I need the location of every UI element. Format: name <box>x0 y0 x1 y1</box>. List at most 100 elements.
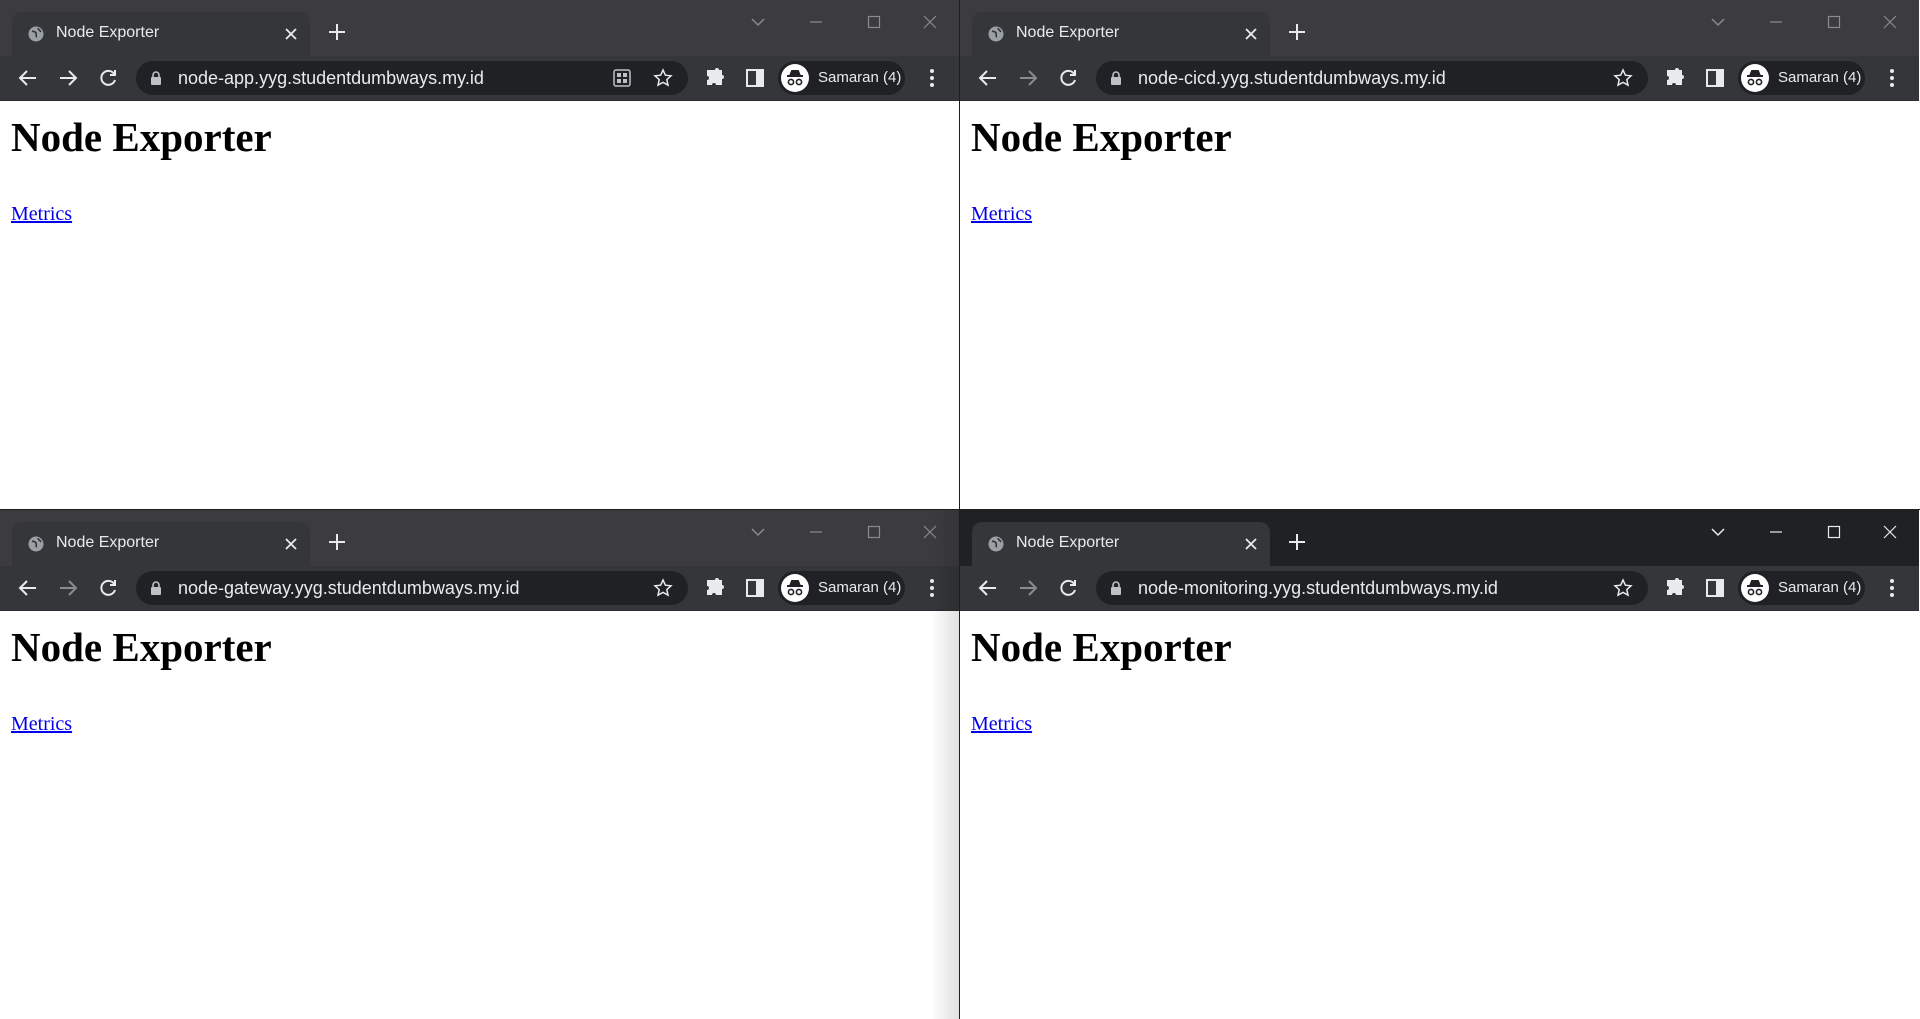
browser-window-bottom-left: Node Exporter node-gateway.yyg.studentdu… <box>0 510 959 1019</box>
maximize-icon[interactable] <box>860 8 888 36</box>
lock-icon[interactable] <box>1110 71 1122 85</box>
arrow-left-icon[interactable] <box>976 66 1000 90</box>
page-content: Node Exporter Metrics <box>960 611 1919 1019</box>
profile-button[interactable]: Samaran (4) <box>778 61 905 95</box>
url-text: node-gateway.yyg.studentdumbways.my.id <box>178 578 520 598</box>
globe-icon <box>988 26 1004 42</box>
arrow-right-icon[interactable] <box>56 66 80 90</box>
arrow-left-icon[interactable] <box>976 576 1000 600</box>
address-bar[interactable]: node-gateway.yyg.studentdumbways.my.id <box>136 571 688 605</box>
puzzle-icon[interactable] <box>1663 576 1687 600</box>
arrow-right-icon[interactable] <box>1016 66 1040 90</box>
star-icon[interactable] <box>1612 67 1634 89</box>
title-bar[interactable]: Node Exporter <box>960 510 1919 566</box>
arrow-right-icon[interactable] <box>56 576 80 600</box>
close-icon[interactable] <box>916 8 944 36</box>
star-icon[interactable] <box>1612 577 1634 599</box>
side-panel-icon[interactable] <box>743 66 767 90</box>
plus-icon[interactable] <box>1286 531 1308 553</box>
tab-node-exporter[interactable]: Node Exporter <box>972 522 1270 566</box>
chevron-down-icon[interactable] <box>1704 518 1732 546</box>
arrow-left-icon[interactable] <box>16 66 40 90</box>
page-heading: Node Exporter <box>11 624 272 670</box>
close-icon[interactable] <box>1242 25 1260 43</box>
metrics-link[interactable]: Metrics <box>11 713 72 736</box>
tab-title: Node Exporter <box>1016 534 1120 551</box>
puzzle-icon[interactable] <box>1663 66 1687 90</box>
url-text: node-app.yyg.studentdumbways.my.id <box>178 68 484 88</box>
url-text: node-monitoring.yyg.studentdumbways.my.i… <box>1138 578 1498 598</box>
lock-icon[interactable] <box>150 71 162 85</box>
profile-button[interactable]: Samaran (4) <box>778 571 905 605</box>
page-heading: Node Exporter <box>11 114 272 160</box>
maximize-icon[interactable] <box>1820 518 1848 546</box>
plus-icon[interactable] <box>326 21 348 43</box>
side-panel-icon[interactable] <box>1703 576 1727 600</box>
minimize-icon[interactable] <box>1762 8 1790 36</box>
reload-icon[interactable] <box>1056 576 1080 600</box>
side-panel-icon[interactable] <box>743 576 767 600</box>
plus-icon[interactable] <box>1286 21 1308 43</box>
tab-title: Node Exporter <box>56 24 160 41</box>
incognito-avatar-icon <box>1741 574 1769 602</box>
metrics-link[interactable]: Metrics <box>11 203 72 226</box>
profile-label: Samaran (4) <box>818 579 902 596</box>
plus-icon[interactable] <box>326 531 348 553</box>
browser-window-top-left: Node Exporter node-app.yyg.studentdumbwa… <box>0 0 959 509</box>
lock-icon[interactable] <box>1110 581 1122 595</box>
minimize-icon[interactable] <box>1762 518 1790 546</box>
tab-node-exporter[interactable]: Node Exporter <box>12 12 310 56</box>
title-bar[interactable]: Node Exporter <box>0 510 959 566</box>
browser-window-bottom-right: Node Exporter node-monitoring.yyg.studen… <box>960 510 1919 1019</box>
tab-node-exporter[interactable]: Node Exporter <box>972 12 1270 56</box>
incognito-avatar-icon <box>781 64 809 92</box>
tab-title: Node Exporter <box>56 534 160 551</box>
close-icon[interactable] <box>1876 518 1904 546</box>
reload-icon[interactable] <box>96 66 120 90</box>
close-icon[interactable] <box>1242 535 1260 553</box>
title-bar[interactable]: Node Exporter <box>960 0 1919 56</box>
browser-toolbar: node-app.yyg.studentdumbways.my.id Samar… <box>0 56 959 101</box>
page-content: Node Exporter Metrics <box>0 611 959 1019</box>
kebab-menu-icon[interactable] <box>1880 576 1904 600</box>
address-bar[interactable]: node-cicd.yyg.studentdumbways.my.id <box>1096 61 1648 95</box>
chevron-down-icon[interactable] <box>744 518 772 546</box>
metrics-link[interactable]: Metrics <box>971 203 1032 226</box>
address-bar[interactable]: node-app.yyg.studentdumbways.my.id <box>136 61 688 95</box>
reload-icon[interactable] <box>1056 66 1080 90</box>
reload-icon[interactable] <box>96 576 120 600</box>
profile-button[interactable]: Samaran (4) <box>1738 61 1865 95</box>
kebab-menu-icon[interactable] <box>920 66 944 90</box>
address-bar[interactable]: node-monitoring.yyg.studentdumbways.my.i… <box>1096 571 1648 605</box>
tab-node-exporter[interactable]: Node Exporter <box>12 522 310 566</box>
close-icon[interactable] <box>282 535 300 553</box>
puzzle-icon[interactable] <box>703 576 727 600</box>
maximize-icon[interactable] <box>1820 8 1848 36</box>
title-bar[interactable]: Node Exporter <box>0 0 959 56</box>
incognito-avatar-icon <box>781 574 809 602</box>
tab-title: Node Exporter <box>1016 24 1120 41</box>
chevron-down-icon[interactable] <box>1704 8 1732 36</box>
maximize-icon[interactable] <box>860 518 888 546</box>
page-heading: Node Exporter <box>971 114 1232 160</box>
chevron-down-icon[interactable] <box>744 8 772 36</box>
arrow-left-icon[interactable] <box>16 576 40 600</box>
url-text: node-cicd.yyg.studentdumbways.my.id <box>1138 68 1446 88</box>
puzzle-icon[interactable] <box>703 66 727 90</box>
lock-icon[interactable] <box>150 581 162 595</box>
kebab-menu-icon[interactable] <box>1880 66 1904 90</box>
arrow-right-icon[interactable] <box>1016 576 1040 600</box>
minimize-icon[interactable] <box>802 8 830 36</box>
profile-button[interactable]: Samaran (4) <box>1738 571 1865 605</box>
side-panel-icon[interactable] <box>1703 66 1727 90</box>
star-icon[interactable] <box>652 577 674 599</box>
star-icon[interactable] <box>652 67 674 89</box>
qr-code-icon[interactable] <box>612 68 632 88</box>
close-icon[interactable] <box>1876 8 1904 36</box>
close-icon[interactable] <box>282 25 300 43</box>
globe-icon <box>28 26 44 42</box>
metrics-link[interactable]: Metrics <box>971 713 1032 736</box>
browser-toolbar: node-gateway.yyg.studentdumbways.my.id S… <box>0 566 959 611</box>
minimize-icon[interactable] <box>802 518 830 546</box>
profile-label: Samaran (4) <box>818 69 902 86</box>
